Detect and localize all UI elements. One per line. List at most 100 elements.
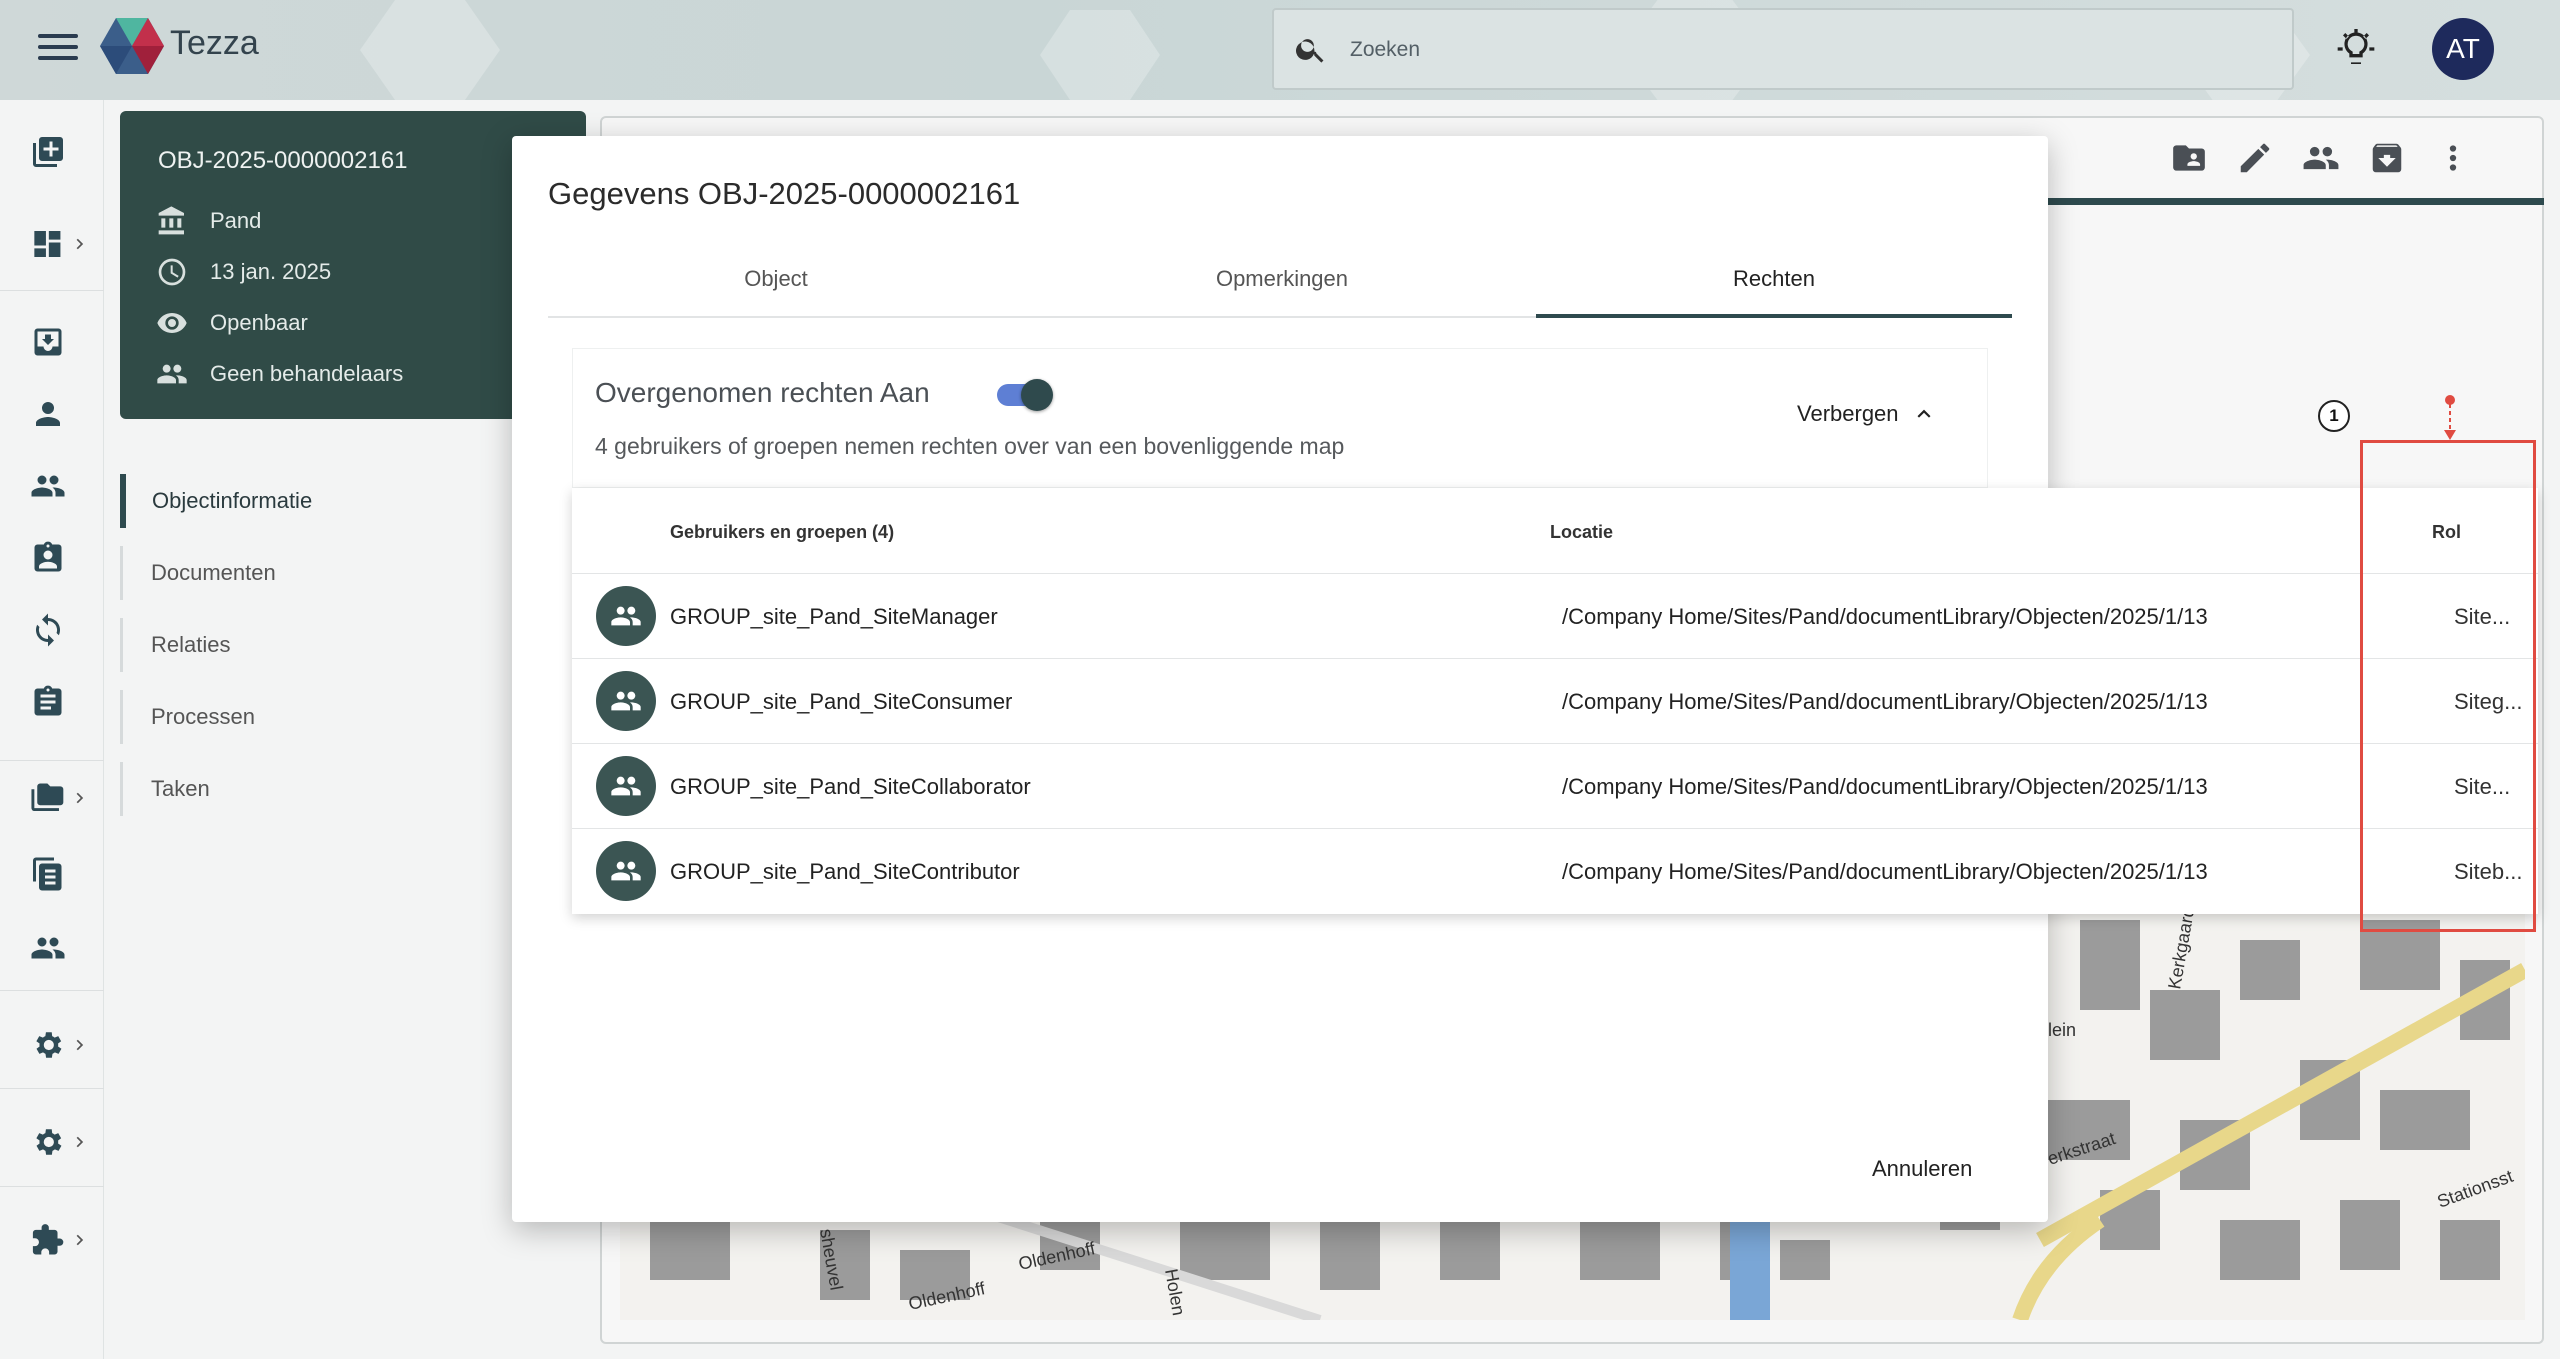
group-icon <box>611 691 641 711</box>
group-location: /Company Home/Sites/Pand/documentLibrary… <box>1562 689 2208 714</box>
rail-divider <box>0 290 104 291</box>
object-type-row: Pand <box>156 205 261 237</box>
edit-icon[interactable] <box>2236 139 2274 177</box>
nav-documenten[interactable]: Documenten <box>120 546 420 600</box>
nav-relaties[interactable]: Relaties <box>120 618 420 672</box>
dashboard-icon[interactable] <box>30 224 90 264</box>
group-name: GROUP_site_Pand_SiteCollaborator <box>670 774 1031 799</box>
sync-icon[interactable] <box>30 610 90 650</box>
object-id: OBJ-2025-0000002161 <box>158 147 408 174</box>
search-placeholder: Zoeken <box>1350 38 1421 61</box>
tab-rechten[interactable]: Rechten <box>1536 264 2012 318</box>
chevron-right-icon <box>76 1136 83 1148</box>
inbox-icon[interactable] <box>30 322 90 362</box>
group-avatar <box>596 841 656 901</box>
chevron-right-icon <box>76 238 83 250</box>
tab-opmerkingen[interactable]: Opmerkingen <box>1054 264 1510 318</box>
group-location: /Company Home/Sites/Pand/documentLibrary… <box>1562 859 2208 884</box>
rights-table: Gebruikers en groepen (4) Locatie Rol GR… <box>572 488 2538 914</box>
nav-processen[interactable]: Processen <box>120 690 420 744</box>
archive-icon[interactable] <box>2368 139 2406 177</box>
people-icon <box>157 364 187 384</box>
assignment-icon[interactable] <box>30 682 90 722</box>
group-location: /Company Home/Sites/Pand/documentLibrary… <box>1562 774 2208 799</box>
people-icon[interactable] <box>30 466 90 506</box>
panel-accent-line <box>2000 198 2544 205</box>
group-avatar <box>596 756 656 816</box>
contact-folder-icon[interactable] <box>2170 139 2208 177</box>
column-header-location[interactable]: Locatie <box>1550 522 1613 543</box>
group-avatar <box>596 586 656 646</box>
search-icon <box>1296 39 1324 63</box>
contact-clipboard-icon[interactable] <box>30 538 90 578</box>
table-row[interactable]: GROUP_site_Pand_SiteCollaborator /Compan… <box>572 743 2538 828</box>
rail-divider <box>0 760 104 761</box>
inherited-rights-toggle[interactable] <box>997 379 1053 411</box>
object-toolbar <box>2170 130 2472 186</box>
extension-icon[interactable] <box>30 1220 90 1260</box>
object-handlers-row: Geen behandelaars <box>156 358 403 390</box>
chevron-right-icon <box>76 1039 83 1051</box>
add-object-icon[interactable] <box>30 132 90 172</box>
object-handlers: Geen behandelaars <box>210 361 404 386</box>
object-visibility: Openbaar <box>210 310 308 335</box>
user-avatar[interactable]: AT <box>2432 18 2494 80</box>
person-icon[interactable] <box>30 394 90 434</box>
header-pattern <box>1040 10 1160 100</box>
left-rail <box>0 100 104 1359</box>
menu-icon[interactable] <box>38 34 78 64</box>
documents-icon[interactable] <box>30 854 90 894</box>
eye-icon <box>157 313 187 333</box>
inherited-rights-title: Overgenomen rechten Aan <box>595 377 930 408</box>
group-name: GROUP_site_Pand_SiteManager <box>670 604 998 629</box>
group-name: GROUP_site_Pand_SiteConsumer <box>670 689 1013 714</box>
dialog-tabs: Object Opmerkingen Rechten <box>548 264 2012 318</box>
search-input[interactable]: Zoeken <box>1272 8 2294 90</box>
table-row[interactable]: GROUP_site_Pand_SiteConsumer /Company Ho… <box>572 658 2538 743</box>
rail-divider <box>0 1088 104 1089</box>
lightbulb-icon[interactable] <box>2336 28 2376 70</box>
group-icon <box>611 606 641 626</box>
column-header-users[interactable]: Gebruikers en groepen (4) <box>670 522 894 543</box>
people-icon[interactable] <box>2302 139 2340 177</box>
inherited-rights-subtitle: 4 gebruikers of groepen nemen rechten ov… <box>595 433 1345 459</box>
rail-divider <box>0 1186 104 1187</box>
header-pattern <box>360 0 500 100</box>
cancel-button[interactable]: Annuleren <box>1872 1156 1972 1182</box>
object-visibility-row: Openbaar <box>156 307 308 339</box>
clock-icon <box>158 258 186 286</box>
object-date: 13 jan. 2025 <box>210 259 332 284</box>
dialog-title: Gegevens OBJ-2025-0000002161 <box>548 176 1021 211</box>
group-avatar <box>596 671 656 731</box>
chevron-up-icon <box>1917 409 1931 418</box>
settings-icon[interactable] <box>30 1025 90 1065</box>
rail-divider <box>0 990 104 991</box>
group-name: GROUP_site_Pand_SiteContributor <box>670 859 1020 884</box>
chevron-right-icon <box>76 792 83 804</box>
annotation-highlight <box>2360 440 2536 932</box>
hide-button-label: Verbergen <box>1797 401 1899 426</box>
table-row[interactable]: GROUP_site_Pand_SiteManager /Company Hom… <box>572 573 2538 658</box>
inherited-rights-section: Overgenomen rechten Aan 4 gebruikers of … <box>572 348 1988 488</box>
groups-icon[interactable] <box>30 928 90 968</box>
bank-icon <box>158 206 184 235</box>
annotation-badge: 1 <box>2318 400 2350 432</box>
nav-objectinformatie[interactable]: Objectinformatie <box>120 474 420 528</box>
object-date-row: 13 jan. 2025 <box>156 256 331 288</box>
app-name: Tezza <box>170 24 259 62</box>
hide-button[interactable]: Verbergen <box>1797 401 1937 427</box>
nav-taken[interactable]: Taken <box>120 762 420 816</box>
group-location: /Company Home/Sites/Pand/documentLibrary… <box>1562 604 2208 629</box>
folders-icon[interactable] <box>30 778 90 818</box>
table-row[interactable]: GROUP_site_Pand_SiteContributor /Company… <box>572 828 2538 913</box>
tezza-logo <box>100 18 164 74</box>
admin-settings-icon[interactable] <box>30 1122 90 1162</box>
annotation-pointer-icon <box>2444 395 2456 440</box>
more-vert-icon[interactable] <box>2434 139 2472 177</box>
tab-object[interactable]: Object <box>548 264 1004 318</box>
map-street-label: lein <box>2048 1020 2076 1040</box>
chevron-right-icon <box>76 1234 83 1246</box>
object-type: Pand <box>210 208 262 233</box>
group-icon <box>611 776 641 796</box>
group-icon <box>611 861 641 881</box>
